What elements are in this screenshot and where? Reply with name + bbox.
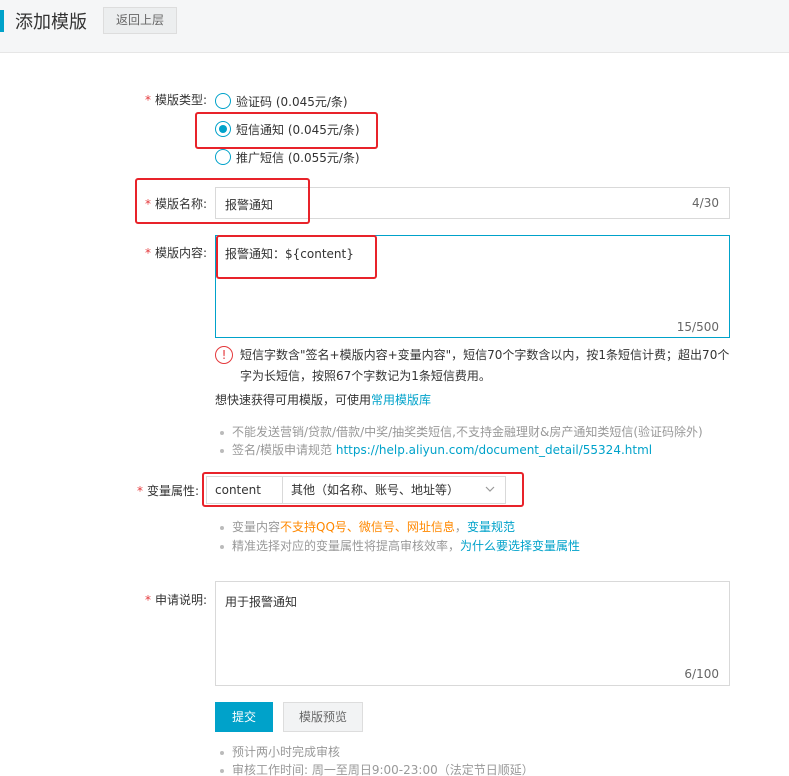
variable-spec-link[interactable]: 变量规范 xyxy=(467,520,515,534)
radio-label: 短信通知 (0.045元/条) xyxy=(236,122,360,137)
template-name-input[interactable]: 报警通知 4/30 xyxy=(215,187,730,219)
radio-sms-notice[interactable]: 短信通知 (0.045元/条) xyxy=(215,120,360,138)
radio-label: 验证码 (0.045元/条) xyxy=(236,94,348,109)
submit-button[interactable]: 提交 xyxy=(215,702,273,732)
length-warning-text: 短信字数含"签名+模版内容+变量内容"，短信70个字数含以内，按1条短信计费；超… xyxy=(240,348,730,383)
note-item: 签名/模版申请规范 https://help.aliyun.com/docume… xyxy=(220,441,652,458)
review-note: 审核工作时间: 周一至周日9:00-23:00（法定节日顺延） xyxy=(220,761,534,776)
variable-note: 变量内容不支持QQ号、微信号、网址信息，变量规范 xyxy=(220,518,515,535)
bullet-dot xyxy=(220,544,224,549)
chevron-down-icon xyxy=(485,486,495,492)
review-note: 预计两小时完成审核 xyxy=(220,743,340,760)
required-mark: * xyxy=(144,93,151,107)
apply-note-label: * 申请说明: xyxy=(144,593,207,607)
note-item: 不能发送营销/贷款/借款/中奖/抽奖类短信,不支持金融理财&房产通知类短信(验证… xyxy=(220,423,703,440)
variable-attr-label: * 变量属性: xyxy=(136,484,199,498)
variable-row: content 其他（如名称、账号、地址等） xyxy=(206,476,506,504)
required-mark: * xyxy=(144,593,151,607)
spec-doc-link[interactable]: https://help.aliyun.com/document_detail/… xyxy=(336,443,652,457)
template-content-counter: 15/500 xyxy=(676,320,719,334)
quick-template-hint: 想快速获得可用模版，可使用常用模版库 xyxy=(215,393,432,407)
why-variable-link[interactable]: 为什么要选择变量属性 xyxy=(460,539,580,553)
radio-promo-sms[interactable]: 推广短信 (0.055元/条) xyxy=(215,148,360,166)
required-mark: * xyxy=(136,484,143,498)
radio-circle[interactable] xyxy=(215,93,231,109)
template-content-textarea[interactable]: 报警通知：${content} 15/500 xyxy=(215,235,730,338)
required-mark: * xyxy=(144,246,151,260)
template-type-label: * 模版类型: xyxy=(144,93,207,107)
template-content-value: 报警通知：${content} xyxy=(225,247,354,261)
radio-circle-checked[interactable] xyxy=(215,121,231,137)
variable-note: 精准选择对应的变量属性将提高审核效率，为什么要选择变量属性 xyxy=(220,537,580,554)
radio-label: 推广短信 (0.055元/条) xyxy=(236,150,360,165)
template-name-counter: 4/30 xyxy=(692,196,719,210)
template-name-label: * 模版名称: xyxy=(144,197,207,211)
bullet-dot xyxy=(220,768,224,773)
page-header: 添加模版 返回上层 xyxy=(0,0,789,53)
radio-verification-code[interactable]: 验证码 (0.045元/条) xyxy=(215,92,348,110)
bullet-dot xyxy=(220,430,224,435)
bullet-dot xyxy=(220,525,224,530)
apply-note-value: 用于报警通知 xyxy=(225,595,298,609)
required-mark: * xyxy=(144,197,151,211)
title-accent-bar xyxy=(0,10,4,32)
variable-type-select[interactable]: 其他（如名称、账号、地址等） xyxy=(283,477,505,503)
bullet-dot xyxy=(220,448,224,453)
variable-name: content xyxy=(207,477,283,503)
bullet-dot xyxy=(220,750,224,755)
apply-note-textarea[interactable]: 用于报警通知 6/100 xyxy=(215,581,730,686)
radio-circle[interactable] xyxy=(215,149,231,165)
back-button[interactable]: 返回上层 xyxy=(103,7,177,34)
page-title: 添加模版 xyxy=(15,12,87,33)
preview-button[interactable]: 模版预览 xyxy=(283,702,363,732)
apply-note-counter: 6/100 xyxy=(684,667,719,681)
template-name-value: 报警通知 xyxy=(225,198,274,212)
common-template-link[interactable]: 常用模版库 xyxy=(371,393,431,407)
template-content-label: * 模版内容: xyxy=(144,246,207,260)
warning-icon: ! xyxy=(215,346,233,364)
